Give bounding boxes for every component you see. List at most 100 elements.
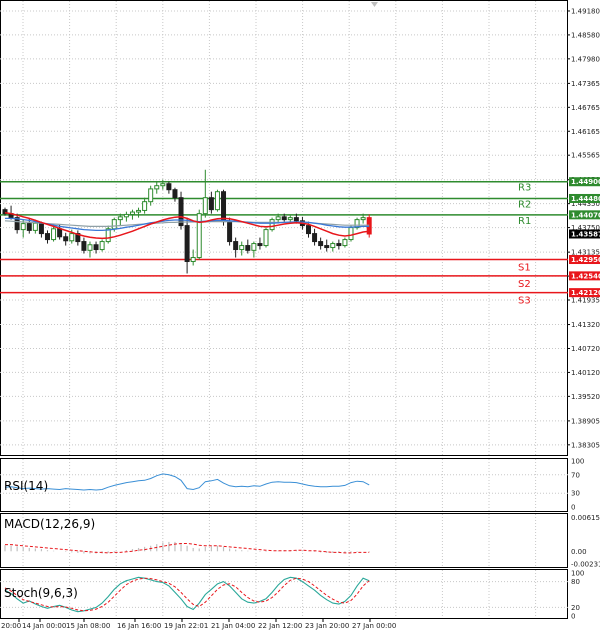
candle-body: [160, 183, 166, 187]
price-axis-tick-label: 1.45565: [571, 152, 600, 160]
level-price-badge-text: 1.42120: [571, 289, 600, 297]
candle-body: [348, 227, 354, 241]
level-price-badge-text: 1.42950: [571, 256, 600, 264]
time-axis-tick-label: 23 Jan 20:00: [305, 622, 349, 630]
candle-body: [196, 213, 202, 259]
level-price-badge-text: 1.44480: [571, 195, 600, 203]
candle-body: [312, 233, 318, 243]
candle-body: [20, 223, 26, 231]
candle-body: [263, 229, 269, 247]
candle-body: [239, 245, 245, 251]
level-price-badge-text: 1.44900: [571, 178, 600, 186]
price-axis-tick-label: 1.47365: [571, 80, 600, 88]
candle-body: [136, 209, 142, 213]
level-label-s2: S2: [518, 279, 531, 290]
candle-body: [44, 233, 50, 241]
candle-body: [57, 228, 63, 238]
time-axis-tick-label: 20:00: [1, 622, 21, 630]
price-axis-tick-label: 1.46165: [571, 128, 600, 136]
stoch-axis-tick-label: 80: [571, 578, 580, 586]
price-axis-tick-label: 1.38905: [571, 417, 600, 425]
stoch-axis-tick-label: 100: [571, 570, 584, 578]
macd-axis-tick-label: 0.006151: [571, 514, 600, 522]
level-label-r3: R3: [518, 183, 531, 194]
candle-body: [154, 185, 160, 190]
chart-canvas: R3 R2 R1 S1 S2 S3 1.49180 1.48580 1.47980 1.4736…: [0, 0, 600, 630]
candle-body: [251, 243, 257, 251]
candle-body: [172, 189, 178, 199]
candle-body: [227, 221, 233, 243]
rsi-panel-frame: [0, 458, 568, 512]
level-label-s1: S1: [518, 263, 531, 274]
candle-body: [51, 228, 57, 241]
price-axis-tick-label: 1.38305: [571, 441, 600, 449]
level-label-s3: S3: [518, 296, 531, 307]
current-price-text: 1.43587: [571, 230, 600, 238]
candle-body: [257, 243, 263, 247]
candle-body: [293, 217, 299, 222]
stoch-axis-tick-label: 20: [571, 604, 580, 612]
price-axis-tick-label: 1.47980: [571, 55, 600, 63]
candle-body: [38, 222, 44, 235]
price-axis-tick-label: 1.48580: [571, 31, 600, 39]
candle-body: [63, 236, 69, 242]
candle-body: [287, 217, 293, 221]
level-price-badge-text: 1.44070: [571, 211, 600, 219]
candle-body: [190, 257, 196, 263]
price-axis-tick-label: 1.41320: [571, 321, 600, 329]
time-axis-tick-label: 27 Jan 00:00: [352, 622, 396, 630]
time-axis-tick-label: 14 Jan 00:00: [22, 622, 66, 630]
price-axis-tick-label: 1.46765: [571, 104, 600, 112]
time-axis-tick-label: 16 Jan 16:00: [117, 622, 161, 630]
candle-body: [221, 191, 227, 223]
candle-body: [142, 201, 148, 211]
price-axis-tick-label: 1.40720: [571, 345, 600, 353]
candle-body: [81, 241, 87, 251]
macd-axis-tick-label: -0.002318: [571, 561, 600, 569]
candle-body: [208, 197, 214, 211]
time-axis-tick-label: 15 Jan 08:00: [66, 622, 110, 630]
candle-body: [99, 241, 105, 251]
main-panel-frame: [0, 0, 568, 456]
price-axis-tick-label: 1.41935: [571, 297, 600, 305]
rsi-label: RSI(14): [4, 479, 48, 493]
candle-body: [148, 188, 154, 203]
candle-body: [275, 216, 281, 221]
candle-body: [129, 211, 135, 215]
level-label-r2: R2: [518, 199, 531, 210]
candle-body: [184, 225, 190, 263]
candle-body: [318, 241, 324, 247]
candle-body: [330, 243, 336, 249]
candle-body: [117, 216, 123, 221]
candle-body: [87, 244, 93, 251]
candle-body: [69, 233, 75, 242]
level-label-r1: R1: [518, 216, 531, 227]
candle-body: [111, 219, 117, 230]
rsi-axis-tick-label: 30: [571, 490, 580, 498]
candle-body: [26, 223, 32, 231]
macd-label: MACD(12,26,9): [4, 517, 95, 531]
candle-body: [123, 213, 129, 218]
candle-body: [245, 245, 251, 251]
macd-axis-tick-label: 0.00: [571, 548, 587, 556]
price-axis-tick-label: 1.49180: [571, 7, 600, 15]
candle-body: [336, 243, 342, 247]
candle-body: [93, 244, 99, 251]
rsi-axis-tick-label: 100: [571, 458, 584, 466]
candle-body: [281, 216, 287, 221]
rsi-axis-tick-label: 70: [571, 471, 580, 479]
candle-body: [166, 183, 172, 191]
stoch-label: Stoch(9,6,3): [4, 586, 78, 600]
candle-body: [202, 197, 208, 215]
rsi-axis-tick-label: 0: [571, 504, 575, 512]
candle-body: [32, 222, 38, 231]
time-axis-tick-label: 19 Jan 22:01: [164, 622, 208, 630]
candle-body: [214, 191, 220, 211]
candle-body: [342, 239, 348, 247]
time-axis-tick-label: 22 Jan 12:00: [258, 622, 302, 630]
candle-body: [324, 245, 330, 249]
time-axis-tick-label: 21 Jan 04:00: [211, 622, 255, 630]
price-axis-tick-label: 1.40120: [571, 369, 600, 377]
level-price-badge-text: 1.42540: [571, 272, 600, 280]
candle-body: [269, 219, 275, 231]
